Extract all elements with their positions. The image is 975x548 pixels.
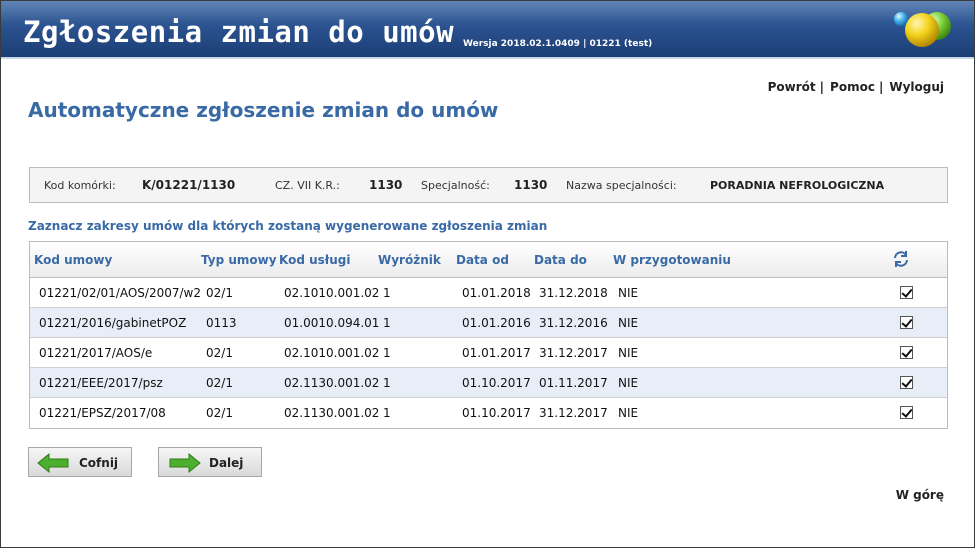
next-button-label: Dalej [209, 456, 244, 470]
specialty-name-label: Nazwa specjalności: [566, 179, 677, 192]
contract-type-cell: 0113 [206, 316, 237, 330]
service-code-cell: 02.1130.001.02 [284, 376, 380, 390]
help-link[interactable]: Pomoc [830, 80, 875, 94]
logout-link[interactable]: Wyloguj [889, 80, 944, 94]
column-header[interactable]: W przygotowaniu [613, 253, 731, 267]
logo-bubbles-icon [894, 12, 951, 47]
distinguisher-cell: 1 [383, 286, 391, 300]
table-row[interactable]: 01221/2016/gabinetPOZ 0113 01.0010.094.0… [30, 308, 947, 338]
service-code-cell: 02.1010.001.02 [284, 346, 380, 360]
row-checkbox[interactable] [900, 346, 913, 359]
table-row[interactable]: 01221/02/01/AOS/2007/w2 02/1 02.1010.001… [30, 278, 947, 308]
contracts-table: Kod umowy Typ umowy Kod usługi Wyróżnik … [29, 241, 948, 429]
date-from-cell: 01.01.2016 [462, 316, 531, 330]
distinguisher-cell: 1 [383, 316, 391, 330]
contract-code-cell: 01221/EPSZ/2017/08 [39, 406, 166, 420]
contract-type-cell: 02/1 [206, 376, 233, 390]
service-code-cell: 02.1130.001.02 [284, 406, 380, 420]
app-title: Zgłoszenia zmian do umów [23, 15, 455, 49]
column-header[interactable]: Kod usługi [279, 253, 350, 267]
back-to-top-link[interactable]: W górę [896, 488, 944, 502]
cz-value: 1130 [369, 178, 403, 192]
back-button[interactable]: Cofnij [28, 447, 132, 477]
date-to-cell: 31.12.2017 [539, 346, 608, 360]
contract-code-cell: 01221/02/01/AOS/2007/w2 [39, 286, 201, 300]
cell-code-value: K/01221/1130 [142, 178, 236, 192]
nav-separator: | [819, 80, 825, 94]
date-to-cell: 31.12.2018 [539, 286, 608, 300]
contract-type-cell: 02/1 [206, 346, 233, 360]
page-title: Automatyczne zgłoszenie zmian do umów [28, 98, 499, 122]
date-to-cell: 31.12.2016 [539, 316, 608, 330]
date-from-cell: 01.10.2017 [462, 406, 531, 420]
in-preparation-cell: NIE [618, 376, 639, 390]
contract-code-cell: 01221/2017/AOS/e [39, 346, 153, 360]
contract-type-cell: 02/1 [206, 406, 233, 420]
column-header[interactable]: Data do [534, 253, 587, 267]
column-header[interactable]: Typ umowy [201, 253, 277, 267]
arrow-left-icon [37, 453, 69, 473]
app-header: Zgłoszenia zmian do umów Wersja 2018.02.… [1, 1, 974, 59]
top-nav: Powrót | Pomoc | Wyloguj [768, 80, 944, 94]
column-header[interactable]: Data od [456, 253, 509, 267]
contract-code-cell: 01221/EEE/2017/psz [39, 376, 163, 390]
service-code-cell: 01.0010.094.01 [284, 316, 380, 330]
table-header: Kod umowy Typ umowy Kod usługi Wyróżnik … [30, 242, 947, 278]
row-checkbox[interactable] [900, 376, 913, 389]
table-row[interactable]: 01221/EPSZ/2017/08 02/1 02.1130.001.02 1… [30, 398, 947, 428]
distinguisher-cell: 1 [383, 376, 391, 390]
contract-type-cell: 02/1 [206, 286, 233, 300]
specialty-value: 1130 [514, 178, 548, 192]
row-checkbox[interactable] [900, 286, 913, 299]
column-header[interactable]: Kod umowy [34, 253, 112, 267]
date-to-cell: 31.12.2017 [539, 406, 608, 420]
arrow-right-icon [169, 453, 201, 473]
in-preparation-cell: NIE [618, 346, 639, 360]
contract-code-cell: 01221/2016/gabinetPOZ [39, 316, 187, 330]
back-link[interactable]: Powrót [768, 80, 816, 94]
distinguisher-cell: 1 [383, 406, 391, 420]
specialty-label: Specjalność: [421, 179, 490, 192]
row-checkbox[interactable] [900, 406, 913, 419]
nav-separator: | [878, 80, 884, 94]
refresh-icon[interactable] [892, 250, 910, 268]
section-label: Zaznacz zakresy umów dla których zostaną… [28, 219, 548, 233]
version-label: Wersja 2018.02.1.0409 | 01221 (test) [463, 39, 653, 49]
service-code-cell: 02.1010.001.02 [284, 286, 380, 300]
table-row[interactable]: 01221/EEE/2017/psz 02/1 02.1130.001.02 1… [30, 368, 947, 398]
specialty-name-value: PORADNIA NEFROLOGICZNA [710, 179, 885, 192]
column-header[interactable]: Wyróżnik [378, 253, 441, 267]
cell-code-label: Kod komórki: [44, 179, 116, 192]
date-from-cell: 01.01.2017 [462, 346, 531, 360]
in-preparation-cell: NIE [618, 316, 639, 330]
cz-label: CZ. VII K.R.: [275, 179, 340, 192]
table-row[interactable]: 01221/2017/AOS/e 02/1 02.1010.001.02 1 0… [30, 338, 947, 368]
row-checkbox[interactable] [900, 316, 913, 329]
date-from-cell: 01.01.2018 [462, 286, 531, 300]
date-to-cell: 01.11.2017 [539, 376, 608, 390]
back-button-label: Cofnij [79, 456, 119, 470]
distinguisher-cell: 1 [383, 346, 391, 360]
next-button[interactable]: Dalej [158, 447, 262, 477]
in-preparation-cell: NIE [618, 286, 639, 300]
date-from-cell: 01.10.2017 [462, 376, 531, 390]
info-panel: Kod komórki: K/01221/1130 CZ. VII K.R.: … [29, 167, 948, 203]
in-preparation-cell: NIE [618, 406, 639, 420]
